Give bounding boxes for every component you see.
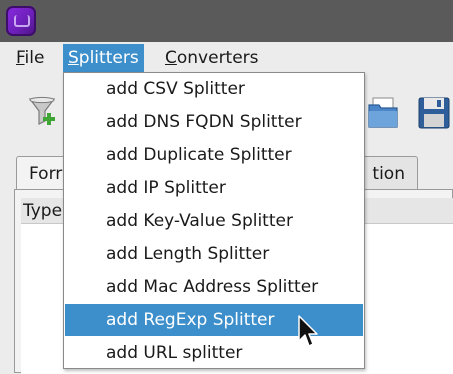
menu-item-add-ip-splitter[interactable]: add IP Splitter bbox=[65, 172, 363, 204]
menu-item-add-key-value-splitter[interactable]: add Key-Value Splitter bbox=[65, 205, 363, 237]
menu-item-label: add RegExp Splitter bbox=[106, 310, 275, 330]
menu-item-label: add CSV Splitter bbox=[106, 79, 245, 99]
menu-item-label: add IP Splitter bbox=[106, 178, 226, 198]
menu-splitters[interactable]: Splitters bbox=[63, 44, 144, 72]
menu-item-label: add DNS FQDN Splitter bbox=[106, 112, 302, 132]
menu-splitters-label: plitters bbox=[78, 48, 139, 68]
menu-file-label: ile bbox=[24, 48, 45, 68]
save-floppy-icon[interactable] bbox=[417, 95, 451, 131]
menu-item-add-length-splitter[interactable]: add Length Splitter bbox=[65, 238, 363, 270]
menu-bar: File Splitters Converters bbox=[0, 42, 453, 72]
menu-converters-label: onverters bbox=[176, 48, 259, 68]
menu-converters[interactable]: Converters bbox=[160, 44, 264, 72]
tab-other-label: tion bbox=[372, 164, 405, 184]
column-header-type[interactable]: Type bbox=[23, 201, 62, 221]
menu-splitters-mnemonic: S bbox=[68, 48, 79, 68]
menu-item-add-dns-fqdn-splitter[interactable]: add DNS FQDN Splitter bbox=[65, 106, 363, 138]
add-filter-icon[interactable] bbox=[26, 95, 60, 131]
menu-item-label: add Duplicate Splitter bbox=[106, 145, 292, 165]
menu-converters-mnemonic: C bbox=[165, 48, 177, 68]
menu-item-label: add Length Splitter bbox=[106, 244, 270, 264]
menu-file[interactable]: File bbox=[11, 44, 49, 72]
app-icon bbox=[6, 6, 36, 36]
menu-item-label: add Key-Value Splitter bbox=[106, 211, 293, 231]
menu-item-label: add URL splitter bbox=[106, 343, 243, 363]
menu-file-mnemonic: F bbox=[16, 48, 25, 68]
menu-item-add-duplicate-splitter[interactable]: add Duplicate Splitter bbox=[65, 139, 363, 171]
tab-format-label: Forr bbox=[29, 164, 63, 184]
mouse-cursor-icon bbox=[298, 315, 320, 349]
title-bar bbox=[0, 0, 453, 42]
menu-item-add-csv-splitter[interactable]: add CSV Splitter bbox=[65, 73, 363, 105]
menu-item-add-mac-address-splitter[interactable]: add Mac Address Splitter bbox=[65, 271, 363, 303]
open-folder-icon[interactable] bbox=[366, 95, 400, 131]
menu-item-label: add Mac Address Splitter bbox=[106, 277, 319, 297]
